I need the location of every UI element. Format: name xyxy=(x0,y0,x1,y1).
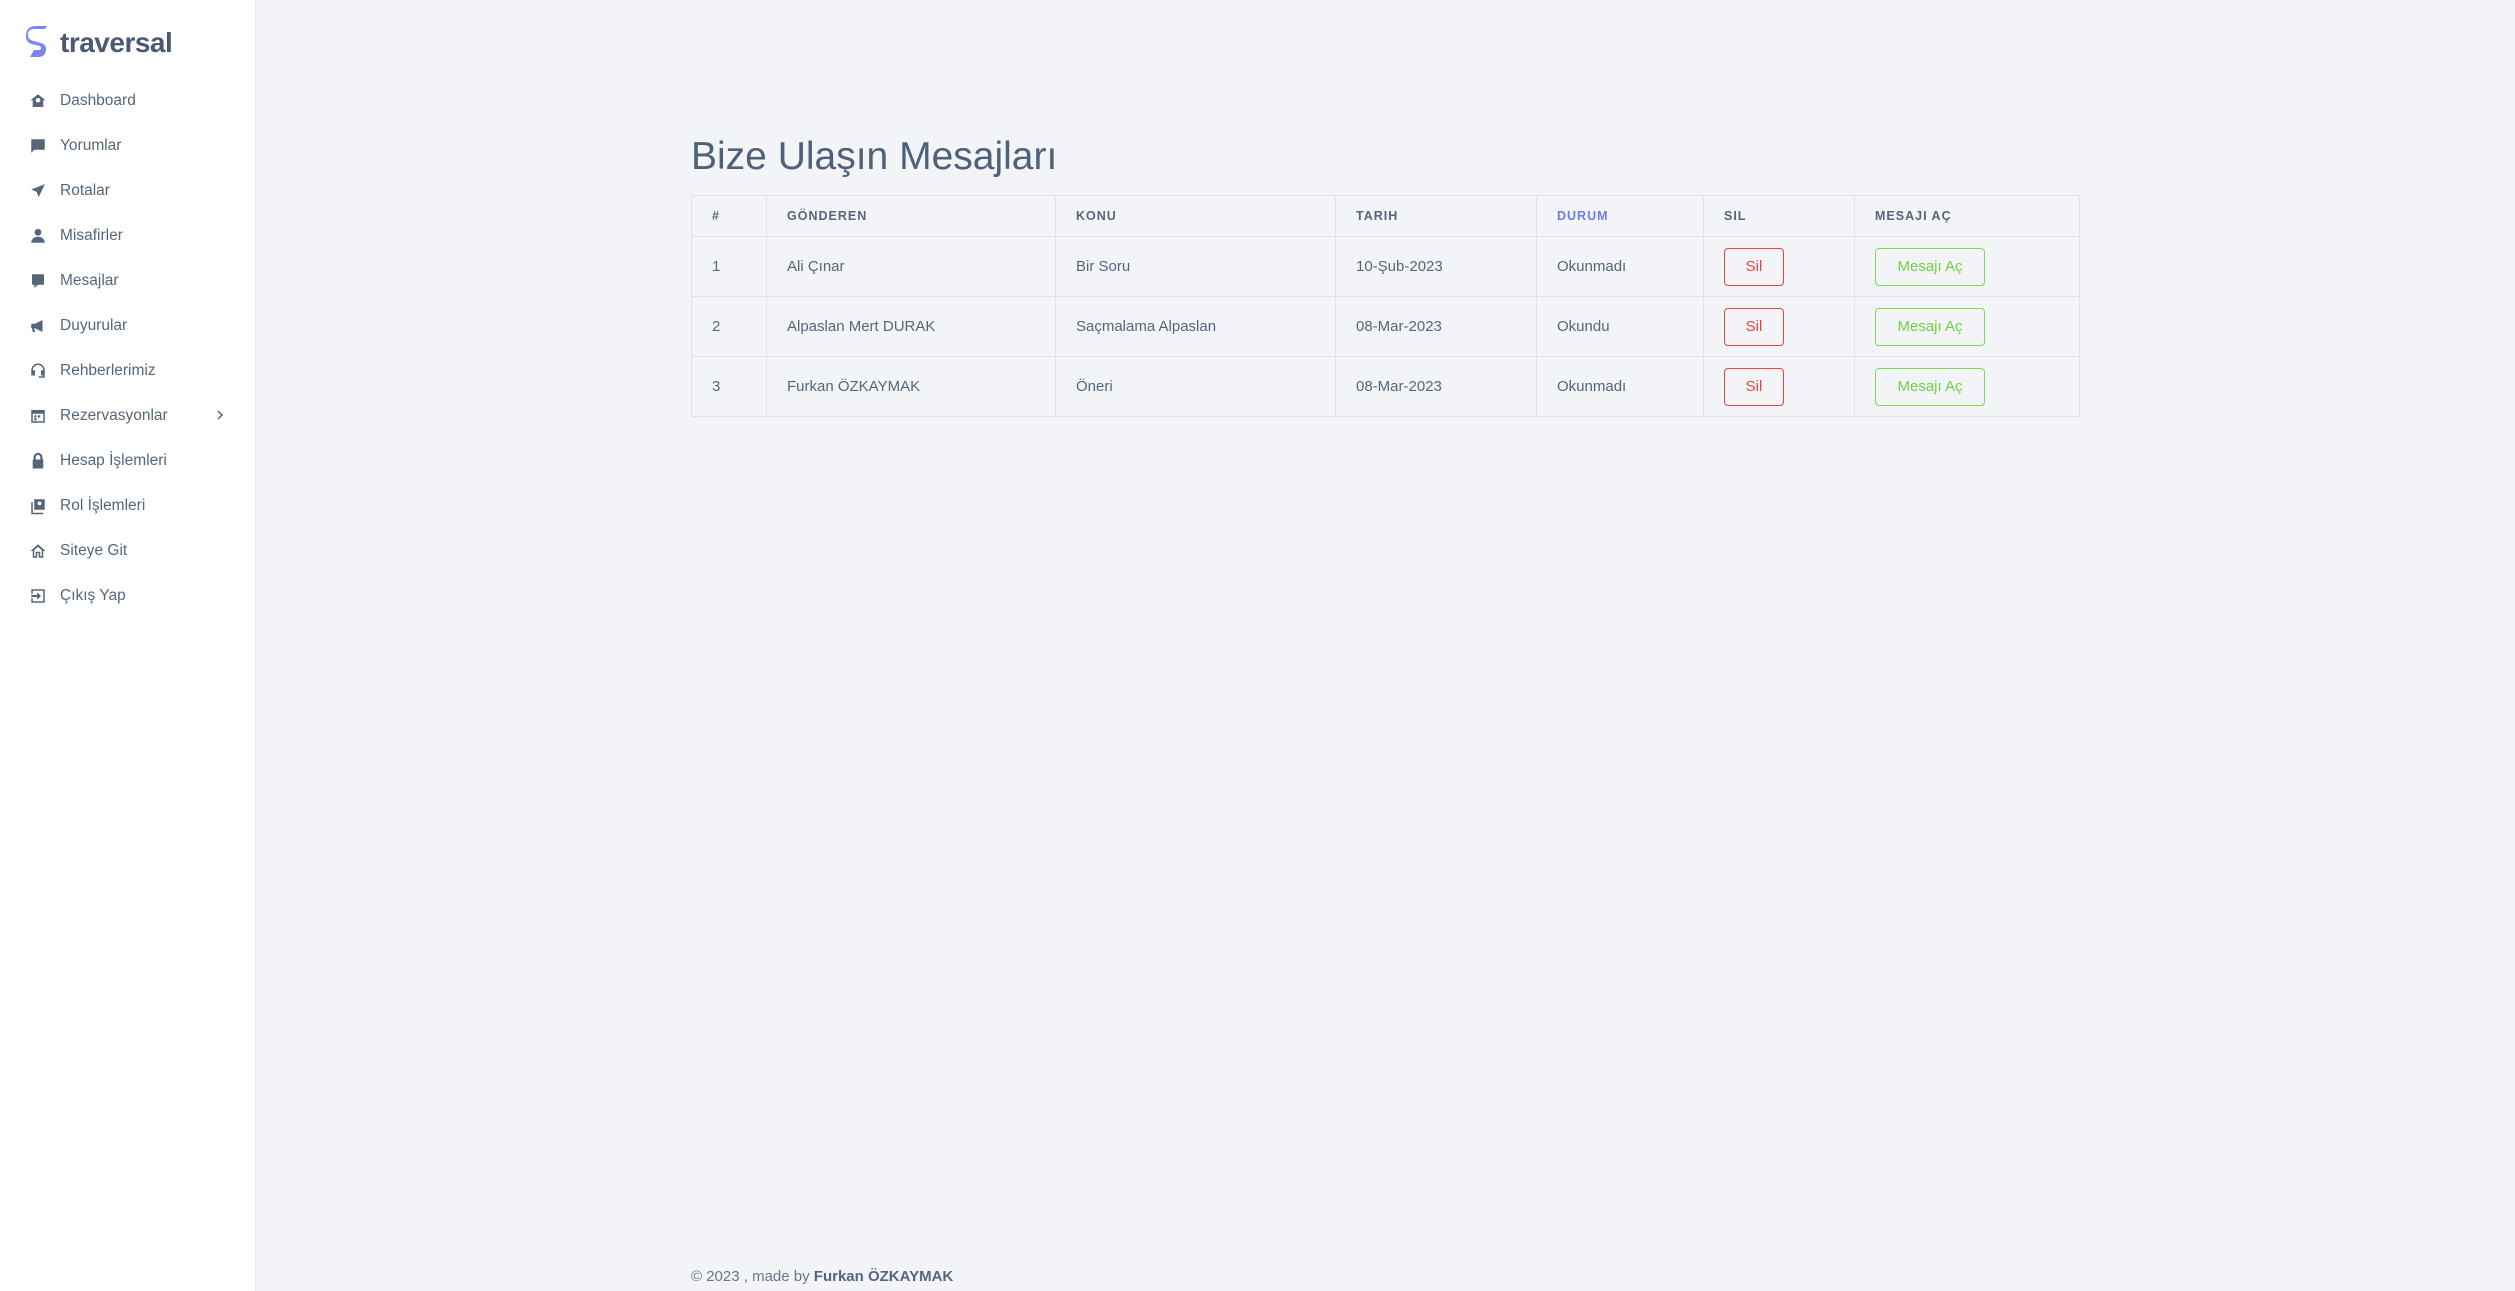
sidebar-item-roles[interactable]: Rol İşlemleri xyxy=(0,483,256,528)
footer: © 2023 , made by Furkan ÖZKAYMAK xyxy=(691,1268,953,1285)
sidebar-item-label: Rotalar xyxy=(60,181,110,199)
sidebar-item-label: Misafirler xyxy=(60,226,123,244)
lock-icon xyxy=(28,451,48,471)
cell-open: Mesajı Aç xyxy=(1854,236,2080,297)
messages-table: # GÖNDEREN KONU TARIH DURUM SIL MESAJI A… xyxy=(691,195,2080,417)
sidebar-item-reservations[interactable]: Rezervasyonlar xyxy=(0,393,256,438)
page-title: Bize Ulaşın Mesajları xyxy=(691,135,1058,178)
open-message-button[interactable]: Mesajı Aç xyxy=(1875,307,1985,346)
sidebar: traversal Dashboard Yorumlar Rotalar Mis… xyxy=(0,0,256,1291)
column-header-sender[interactable]: GÖNDEREN xyxy=(766,195,1056,237)
sidebar-item-label: Dashboard xyxy=(60,91,136,109)
dashboard-icon xyxy=(28,91,48,111)
sidebar-item-label: Rehberlerimiz xyxy=(60,361,156,379)
logout-icon xyxy=(28,586,48,606)
footer-text: © 2023 , made by xyxy=(691,1268,810,1285)
cell-status: Okundu xyxy=(1536,296,1704,357)
delete-button[interactable]: Sil xyxy=(1724,247,1784,286)
sidebar-item-label: Mesajlar xyxy=(60,271,119,289)
chevron-right-icon[interactable] xyxy=(212,406,228,424)
sidebar-item-label: Rezervasyonlar xyxy=(60,406,168,424)
table-row: 2 Alpaslan Mert DURAK Saçmalama Alpaslan… xyxy=(691,296,2080,357)
column-header-open[interactable]: MESAJI AÇ xyxy=(1854,195,2080,237)
sidebar-item-guides[interactable]: Rehberlerimiz xyxy=(0,348,256,393)
sidebar-item-label: Yorumlar xyxy=(60,136,122,154)
cell-delete: Sil xyxy=(1703,296,1855,357)
delete-button[interactable]: Sil xyxy=(1724,367,1784,406)
user-icon xyxy=(28,226,48,246)
brand[interactable]: traversal xyxy=(26,26,173,60)
table-row: 1 Ali Çınar Bir Soru 10-Şub-2023 Okunmad… xyxy=(691,236,2080,297)
column-header-index[interactable]: # xyxy=(691,195,767,237)
open-message-button[interactable]: Mesajı Aç xyxy=(1875,247,1985,286)
brand-logo-icon xyxy=(26,26,47,57)
column-header-date[interactable]: TARIH xyxy=(1335,195,1537,237)
sidebar-item-go-site[interactable]: Siteye Git xyxy=(0,528,256,573)
sidebar-item-routes[interactable]: Rotalar xyxy=(0,168,256,213)
sidebar-item-comments[interactable]: Yorumlar xyxy=(0,123,256,168)
delete-button[interactable]: Sil xyxy=(1724,307,1784,346)
cell-delete: Sil xyxy=(1703,356,1855,417)
table-header-row: # GÖNDEREN KONU TARIH DURUM SIL MESAJI A… xyxy=(691,195,2080,237)
sidebar-item-logout[interactable]: Çıkış Yap xyxy=(0,573,256,618)
cell-subject: Saçmalama Alpaslan xyxy=(1055,296,1336,357)
footer-author-link[interactable]: Furkan ÖZKAYMAK xyxy=(814,1268,953,1285)
open-message-button[interactable]: Mesajı Aç xyxy=(1875,367,1985,406)
column-header-status[interactable]: DURUM xyxy=(1536,195,1704,237)
cell-subject: Bir Soru xyxy=(1055,236,1336,297)
calendar-icon xyxy=(28,406,48,426)
brand-name: traversal xyxy=(60,27,173,58)
cell-status: Okunmadı xyxy=(1536,236,1704,297)
cell-status: Okunmadı xyxy=(1536,356,1704,417)
sidebar-item-label: Rol İşlemleri xyxy=(60,496,146,514)
plane-icon xyxy=(28,181,48,201)
cell-sender: Furkan ÖZKAYMAK xyxy=(766,356,1056,417)
headset-icon xyxy=(28,361,48,381)
cell-date: 10-Şub-2023 xyxy=(1335,236,1537,297)
sidebar-item-announcements[interactable]: Duyurular xyxy=(0,303,256,348)
home-icon xyxy=(28,541,48,561)
role-icon xyxy=(28,496,48,516)
sidebar-item-messages[interactable]: Mesajlar xyxy=(0,258,256,303)
cell-open: Mesajı Aç xyxy=(1854,356,2080,417)
cell-index: 1 xyxy=(691,236,767,297)
table-row: 3 Furkan ÖZKAYMAK Öneri 08-Mar-2023 Okun… xyxy=(691,356,2080,417)
cell-open: Mesajı Aç xyxy=(1854,296,2080,357)
sidebar-item-label: Hesap İşlemleri xyxy=(60,451,167,469)
megaphone-icon xyxy=(28,316,48,336)
cell-date: 08-Mar-2023 xyxy=(1335,356,1537,417)
sidebar-item-dashboard[interactable]: Dashboard xyxy=(0,78,256,123)
column-header-delete[interactable]: SIL xyxy=(1703,195,1855,237)
cell-delete: Sil xyxy=(1703,236,1855,297)
cell-sender: Ali Çınar xyxy=(766,236,1056,297)
comment-icon xyxy=(28,136,48,156)
sidebar-item-account[interactable]: Hesap İşlemleri xyxy=(0,438,256,483)
cell-sender: Alpaslan Mert DURAK xyxy=(766,296,1056,357)
sidebar-item-guests[interactable]: Misafirler xyxy=(0,213,256,258)
cell-subject: Öneri xyxy=(1055,356,1336,417)
cell-index: 3 xyxy=(691,356,767,417)
sidebar-nav: Dashboard Yorumlar Rotalar Misafirler Me… xyxy=(0,78,256,618)
sidebar-item-label: Duyurular xyxy=(60,316,128,334)
sidebar-item-label: Siteye Git xyxy=(60,541,128,559)
cell-index: 2 xyxy=(691,296,767,357)
sidebar-item-label: Çıkış Yap xyxy=(60,586,126,604)
column-header-subject[interactable]: KONU xyxy=(1055,195,1336,237)
cell-date: 08-Mar-2023 xyxy=(1335,296,1537,357)
message-icon xyxy=(28,271,48,291)
